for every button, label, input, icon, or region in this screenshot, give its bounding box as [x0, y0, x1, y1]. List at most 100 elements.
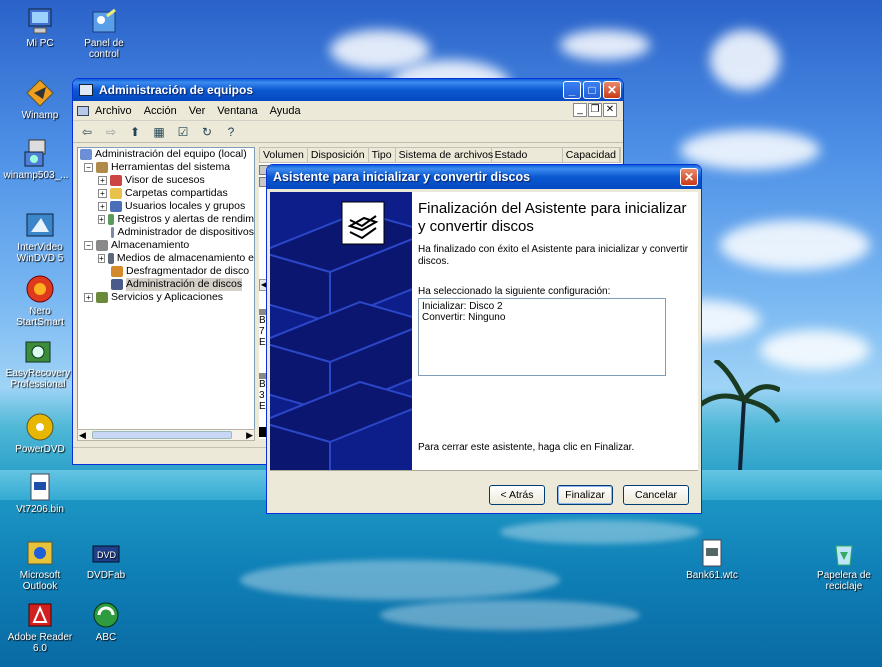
mdi-minimize-button[interactable]: _ [573, 103, 587, 117]
tree-item-system-tools[interactable]: − Herramientas del sistema [78, 161, 254, 174]
desktop-icon-winamp[interactable]: Winamp [4, 78, 76, 121]
disk-management-icon [111, 279, 123, 290]
menu-ayuda[interactable]: Ayuda [270, 105, 301, 117]
menu-archivo[interactable]: Archivo [95, 105, 132, 117]
desktop-icon-label: Adobe Reader 6.0 [7, 632, 73, 654]
tree-item-disk-management[interactable]: Administración de discos [78, 278, 254, 291]
desktop-icon-adobe-reader[interactable]: Adobe Reader 6.0 [4, 600, 76, 654]
configuration-summary-box[interactable]: Inicializar: Disco 2 Convertir: Ninguno [418, 298, 666, 376]
desktop-icon-abc[interactable]: ABC [70, 600, 142, 643]
window-title-bar[interactable]: Administración de equipos _ □ ✕ [73, 79, 623, 101]
properties-icon[interactable]: ☑ [175, 124, 191, 140]
tree-item-performance-logs[interactable]: + Registros y alertas de rendim [78, 213, 254, 226]
desktop-icon-my-computer[interactable]: Mi PC [4, 6, 76, 49]
desktop-icon-label: EasyRecovery Professional [5, 368, 71, 390]
desktop-icon-label: Nero StartSmart [16, 306, 64, 328]
back-icon[interactable]: ⇦ [79, 124, 95, 140]
toolbar: ⇦ ⇨ ⬆ ▦ ☑ ↻ ? [73, 121, 623, 143]
wizard-side-banner [270, 192, 412, 470]
wizard-title-bar[interactable]: Asistente para inicializar y convertir d… [267, 165, 701, 189]
minimize-button[interactable]: _ [563, 81, 581, 99]
menu-ventana[interactable]: Ventana [217, 105, 257, 117]
button-separator [270, 470, 698, 471]
tree-item-local-users[interactable]: + Usuarios locales y grupos [78, 200, 254, 213]
tree-item-event-viewer[interactable]: + Visor de sucesos [78, 174, 254, 187]
show-tree-icon[interactable]: ▦ [151, 124, 167, 140]
column-capacity[interactable]: Capacidad [563, 148, 620, 162]
mdi-controls: _ ❐ ✕ [572, 103, 617, 117]
close-button[interactable]: ✕ [603, 81, 621, 99]
desktop-icon-easyrecovery[interactable]: EasyRecovery Professional [2, 336, 74, 390]
water-glare [240, 560, 560, 600]
desktop-icon-label: ABC [95, 632, 117, 643]
tree-item-shared-folders[interactable]: + Carpetas compartidas [78, 187, 254, 200]
expand-icon[interactable]: + [98, 202, 107, 211]
cancel-button[interactable]: Cancelar [623, 485, 689, 505]
initialize-convert-disk-wizard[interactable]: Asistente para inicializar y convertir d… [266, 164, 702, 514]
desktop-icon-bank61-wtc[interactable]: Bank61.wtc [676, 538, 748, 581]
desktop-icon-label: winamp503_... [3, 170, 69, 181]
column-file-system[interactable]: Sistema de archivos [396, 148, 493, 162]
refresh-icon[interactable]: ↻ [199, 124, 215, 140]
scroll-left-icon[interactable]: ◀ [79, 430, 86, 441]
outlook-icon [25, 538, 55, 568]
collapse-icon[interactable]: − [84, 163, 93, 172]
desktop-icon-control-panel[interactable]: Panel de control [68, 6, 140, 60]
expand-icon[interactable]: + [98, 215, 105, 224]
up-folder-icon[interactable]: ⬆ [127, 124, 143, 140]
close-icon: ✕ [683, 170, 695, 184]
maximize-button[interactable]: □ [583, 81, 601, 99]
expand-icon[interactable]: + [98, 254, 105, 263]
dvdfab-icon: DVD [91, 538, 121, 568]
finish-button[interactable]: Finalizar [557, 485, 613, 505]
column-volume[interactable]: Volumen [260, 148, 308, 162]
tree-item-services-applications[interactable]: + Servicios y Aplicaciones [78, 291, 254, 304]
wizard-close-button[interactable]: ✕ [680, 168, 698, 186]
desktop-icon-label: Panel de control [84, 38, 124, 60]
column-type[interactable]: Tipo [369, 148, 396, 162]
desktop-icon-outlook[interactable]: Microsoft Outlook [4, 538, 76, 592]
back-button[interactable]: < Atrás [489, 485, 545, 505]
mdi-restore-button[interactable]: ❐ [588, 103, 602, 117]
column-layout[interactable]: Disposición [308, 148, 369, 162]
desktop-icon-recycle-bin[interactable]: Papelera de reciclaje [808, 538, 880, 592]
expand-icon[interactable]: + [98, 189, 107, 198]
desktop-icon-winamp-installer[interactable]: winamp503_... [0, 138, 72, 181]
desktop-icon-vt7206-bin[interactable]: Vt7206.bin [4, 472, 76, 515]
desktop-icon-dvdfab[interactable]: DVD DVDFab [70, 538, 142, 581]
storage-icon [96, 240, 108, 251]
tree-item-computer-management[interactable]: Administración del equipo (local) [78, 148, 254, 161]
tree-item-label: Administración de discos [126, 278, 243, 291]
desktop-icon-windvd[interactable]: InterVideo WinDVD 5 [4, 210, 76, 264]
winamp-icon [25, 78, 55, 108]
performance-icon [107, 214, 115, 225]
expand-icon[interactable]: + [84, 293, 93, 302]
installer-icon [21, 138, 51, 168]
volume-list-header: Volumen Disposición Tipo Sistema de arch… [259, 147, 621, 163]
column-status[interactable]: Estado [492, 148, 563, 162]
expand-icon[interactable]: + [98, 176, 107, 185]
forward-icon[interactable]: ⇨ [103, 124, 119, 140]
tree-item-removable-storage[interactable]: + Medios de almacenamiento e [78, 252, 254, 265]
scroll-right-icon[interactable]: ▶ [246, 430, 253, 441]
tree-horizontal-scrollbar[interactable]: ◀ ▶ [77, 429, 255, 441]
tree-item-device-manager[interactable]: Administrador de dispositivos [78, 226, 254, 239]
device-manager-icon [111, 227, 115, 238]
tree-item-disk-defragmenter[interactable]: Desfragmentador de disco [78, 265, 254, 278]
tree-item-label: Carpetas compartidas [125, 187, 228, 199]
scroll-thumb[interactable] [92, 431, 232, 439]
mdi-close-button[interactable]: ✕ [603, 103, 617, 117]
menu-ver[interactable]: Ver [189, 105, 206, 117]
desktop-icon-powerdvd[interactable]: PowerDVD [4, 412, 76, 455]
wizard-intro-text: Ha finalizado con éxito el Asistente par… [418, 244, 689, 267]
desktop-icon-label: Papelera de reciclaje [817, 570, 871, 592]
desktop-icon-nero[interactable]: Nero StartSmart [4, 274, 76, 328]
powerdvd-icon [25, 412, 55, 442]
app-menu-icon[interactable] [77, 105, 89, 116]
tree-item-label: Servicios y Aplicaciones [111, 291, 224, 303]
tree-item-storage[interactable]: − Almacenamiento [78, 239, 254, 252]
menu-accion[interactable]: Acción [144, 105, 177, 117]
cloud [710, 30, 780, 90]
help-icon[interactable]: ? [223, 124, 239, 140]
collapse-icon[interactable]: − [84, 241, 93, 250]
